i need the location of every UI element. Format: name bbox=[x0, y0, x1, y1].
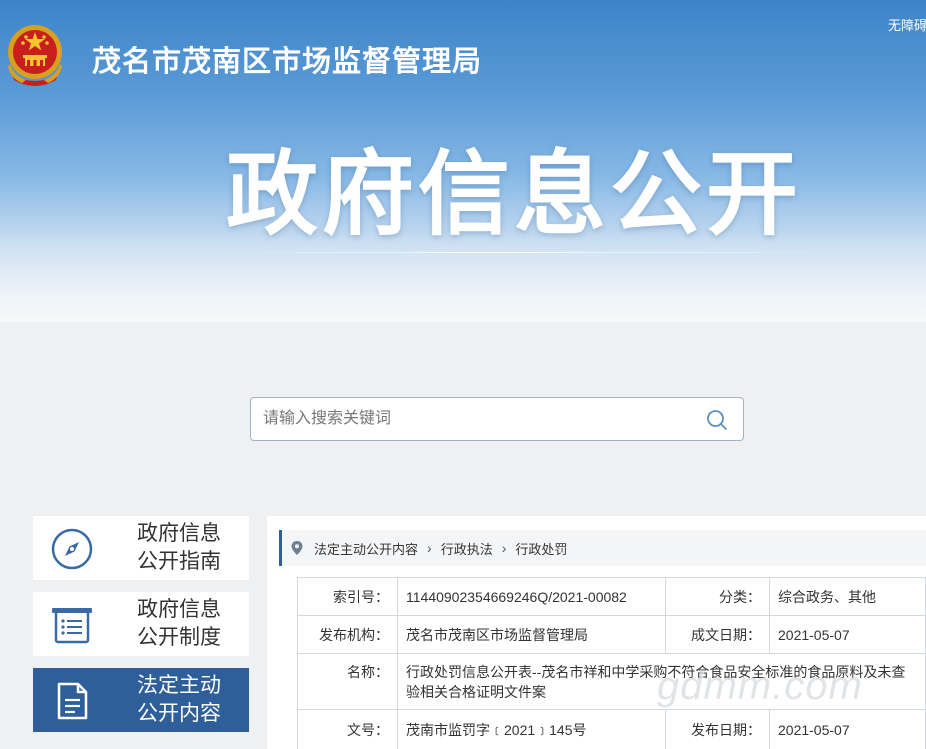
sidebar-item-system[interactable]: 政府信息公开制度 bbox=[33, 592, 249, 656]
site-title: 茂名市茂南区市场监督管理局 bbox=[92, 46, 483, 78]
hero-title: 政府信息公开 bbox=[226, 144, 803, 246]
created-date-label: 成文日期： bbox=[665, 615, 770, 654]
index-value: 11440902354669246Q/2021-00082 bbox=[397, 577, 666, 616]
sidebar-item-label: 法定主动公开内容 bbox=[137, 674, 221, 725]
sidebar-item-public-content[interactable]: 法定主动公开内容 bbox=[33, 668, 249, 732]
chevron-right-icon: › bbox=[427, 540, 432, 556]
sidebar-item-guide[interactable]: 政府信息公开指南 bbox=[33, 516, 249, 580]
chevron-right-icon: › bbox=[501, 540, 507, 556]
index-label: 索引号： bbox=[297, 577, 398, 616]
sidebar-item-label: 政府信息公开制度 bbox=[137, 598, 221, 649]
table-row: 文号： 茂南市监罚字﹝2021﹞145号 发布日期： 2021-05-07 bbox=[297, 709, 926, 749]
doc-number-label: 文号： bbox=[297, 709, 398, 749]
category-label: 分类： bbox=[665, 577, 770, 616]
breadcrumb-item[interactable]: 行政执法 bbox=[441, 539, 493, 558]
category-value: 综合政务、其他 bbox=[769, 577, 926, 616]
table-row: 发布机构： 茂名市茂南区市场监督管理局 成文日期： 2021-05-07 bbox=[297, 615, 926, 654]
published-date-label: 发布日期： bbox=[665, 709, 770, 749]
search-box bbox=[250, 397, 744, 441]
location-pin-icon bbox=[291, 541, 303, 555]
document-icon bbox=[57, 682, 88, 720]
hero-divider bbox=[226, 252, 866, 253]
created-date-value: 2021-05-07 bbox=[769, 615, 926, 654]
content-panel: 法定主动公开内容 › 行政执法 › 行政处罚 索引号： 114409023546… bbox=[267, 516, 926, 749]
header-banner: 茂名市茂南区市场监督管理局 无障碍 政府信息公开 bbox=[0, 0, 926, 322]
table-row: 索引号： 11440902354669246Q/2021-00082 分类： 综… bbox=[297, 577, 926, 616]
accessibility-link[interactable]: 无障碍 bbox=[888, 15, 926, 34]
search-input[interactable] bbox=[263, 398, 683, 440]
doc-number-value: 茂南市监罚字﹝2021﹞145号 bbox=[397, 709, 666, 749]
breadcrumb-item[interactable]: 行政处罚 bbox=[515, 539, 567, 558]
list-document-icon bbox=[52, 608, 92, 644]
name-label: 名称： bbox=[297, 653, 398, 710]
published-date-value: 2021-05-07 bbox=[769, 709, 926, 749]
search-icon[interactable] bbox=[703, 406, 731, 434]
breadcrumb: 法定主动公开内容 › 行政执法 › 行政处罚 bbox=[279, 530, 926, 566]
info-table: 索引号： 11440902354669246Q/2021-00082 分类： 综… bbox=[297, 577, 926, 749]
sidebar-item-label: 政府信息公开指南 bbox=[137, 522, 221, 573]
national-emblem-icon bbox=[8, 25, 62, 86]
compass-icon bbox=[51, 528, 93, 570]
watermark: gdmm.com bbox=[657, 664, 863, 708]
breadcrumb-item[interactable]: 法定主动公开内容 bbox=[314, 539, 418, 558]
publisher-value: 茂名市茂南区市场监督管理局 bbox=[397, 615, 666, 654]
publisher-label: 发布机构： bbox=[297, 615, 398, 654]
